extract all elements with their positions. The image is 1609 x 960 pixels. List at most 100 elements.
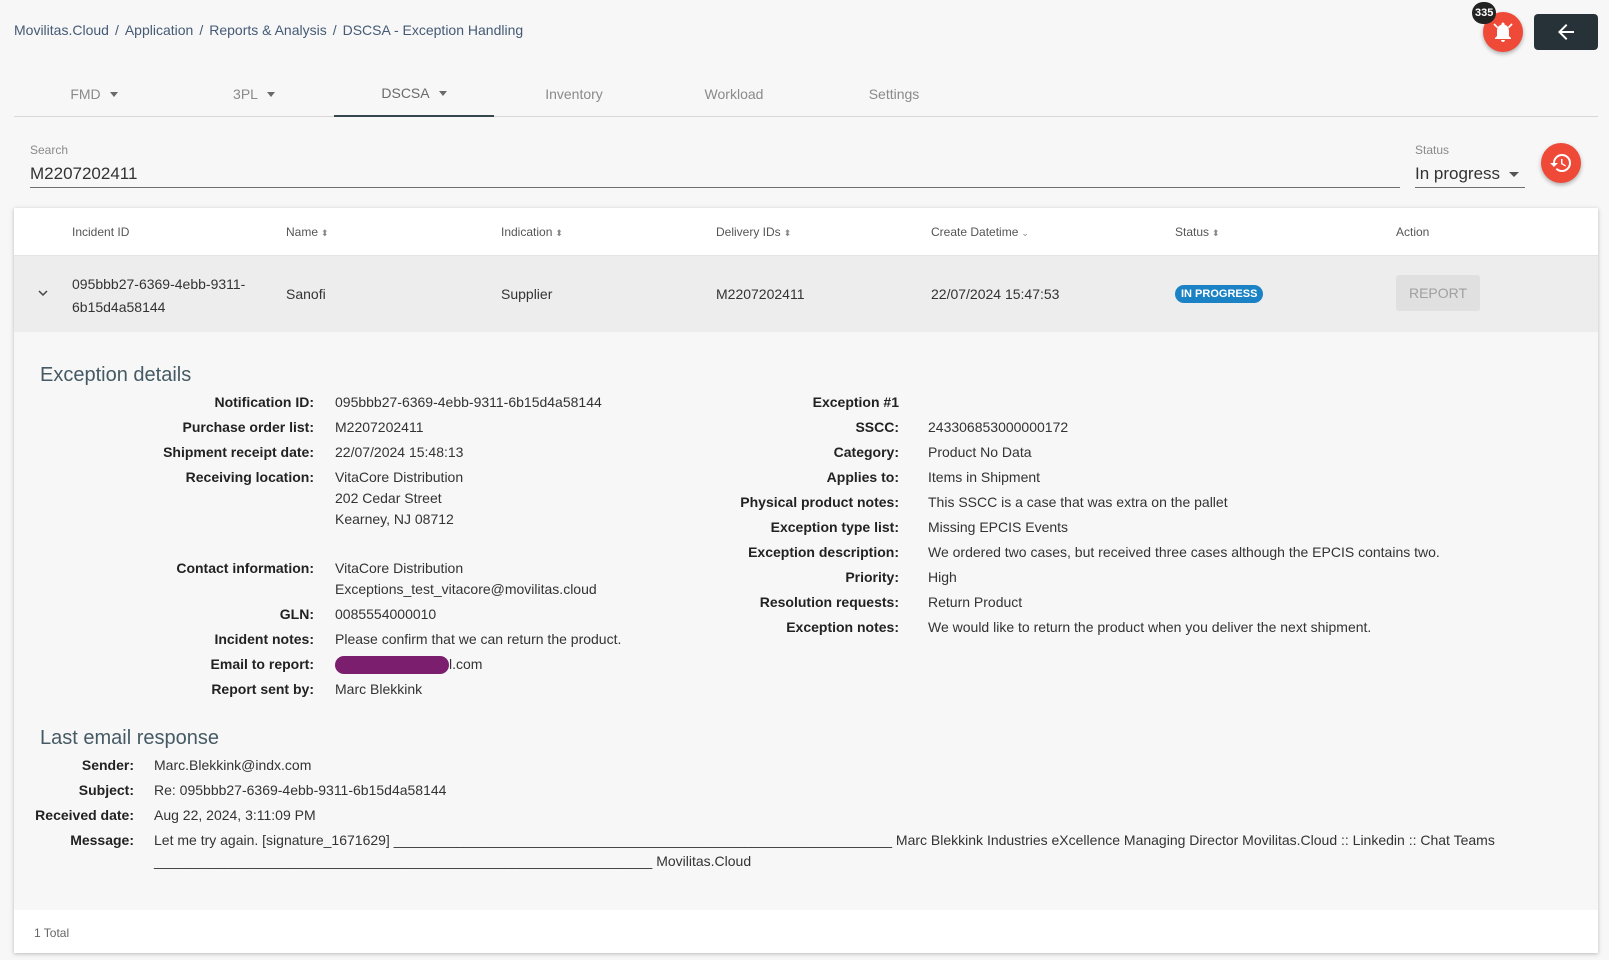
report-sent-by-value: Marc Blekkink [335,681,423,697]
priority-label: Priority: [845,569,899,585]
tab-dscsa[interactable]: DSCSA [334,70,494,117]
exception-notes-value: We would like to return the product when… [928,619,1372,635]
subject-label: Subject: [78,782,134,798]
column-header-status[interactable]: Status ⬍ [1175,225,1220,239]
exception-notes-label: Exception notes: [786,619,899,635]
shipment-receipt-date-value: 22/07/2024 15:48:13 [335,444,464,460]
tab-label: DSCSA [381,84,430,101]
incident-notes-value: Please confirm that we can return the pr… [335,631,622,647]
indication-cell: Supplier [501,286,553,302]
shipment-receipt-date-label: Shipment receipt date: [163,444,314,460]
sort-icon: ⬍ [555,228,563,238]
tab-settings[interactable]: Settings [814,70,974,117]
breadcrumb: Movilitas.Cloud / Application / Reports & An… [14,22,523,38]
total-count: 1 Total [34,926,70,940]
sscc-label: SSCC: [855,419,899,435]
back-button[interactable] [1534,14,1598,50]
caret-down-icon [1509,172,1519,177]
results-table-card: Incident ID Name ⬍ Indication ⬍ Delivery I… [14,208,1598,953]
email-to-report-label: Email to report: [210,656,314,672]
tab-3pl[interactable]: 3PL [174,70,334,117]
status-filter-select[interactable]: In progress [1415,160,1525,188]
physical-product-notes-label: Physical product notes: [740,494,899,510]
tab-fmd[interactable]: FMD [14,70,174,117]
status-badge: IN PROGRESS [1175,285,1264,303]
tab-label: 3PL [233,85,258,102]
sort-icon: ⬍ [321,228,329,238]
exception-type-list-value: Missing EPCIS Events [928,519,1069,535]
notification-id-value: 095bbb27-6369-4ebb-9311-6b15d4a58144 [335,394,602,410]
breadcrumb-item[interactable]: Reports & Analysis [209,22,327,38]
column-header-name[interactable]: Name ⬍ [286,225,329,239]
redaction-mark [335,656,449,675]
delivery-ids-cell: M2207202411 [716,286,805,302]
contact-information-label: Contact information: [176,560,314,576]
notification-count-badge: 335 [1472,2,1497,24]
column-header-incident-id[interactable]: Incident ID [72,225,129,239]
tab-label: Settings [868,85,920,102]
bell-icon [1493,22,1513,42]
resolution-requests-value: Return Product [928,594,1023,610]
column-header-action: Action [1396,225,1430,239]
exception-details-title: Exception details [40,364,192,386]
tab-label: Inventory [545,85,603,102]
priority-value: High [928,569,957,585]
received-date-label: Received date: [35,807,134,823]
applies-to-label: Applies to: [826,469,899,485]
sort-icon: ⬍ [1212,228,1220,238]
table-header: Incident ID Name ⬍ Indication ⬍ Delivery I… [14,208,1598,256]
search-input[interactable] [30,160,1400,188]
exception-type-list-label: Exception type list: [770,519,899,535]
received-date-value: Aug 22, 2024, 3:11:09 PM [154,807,316,823]
breadcrumb-current: DSCSA - Exception Handling [342,22,524,38]
history-icon [1550,154,1571,172]
category-value: Product No Data [928,444,1032,460]
report-button[interactable]: REPORT [1396,275,1480,311]
receiving-location-value: VitaCore Distribution 202 Cedar Street K… [335,469,464,527]
column-header-create-datetime[interactable]: Create Datetime ⌄ [931,225,1029,239]
contact-information-value: VitaCore Distribution Exceptions_test_vi… [335,560,597,597]
caret-down-icon [438,91,447,96]
physical-product-notes-value: This SSCC is a case that was extra on th… [928,494,1228,510]
breadcrumb-item[interactable]: Application [125,22,194,38]
name-cell: Sanofi [286,286,326,302]
breadcrumb-separator: / [199,22,204,38]
gln-label: GLN: [279,606,314,622]
table-row[interactable]: 095bbb27-6369-4ebb-9311- 6b15d4a58144 Sa… [14,256,1598,332]
column-header-indication[interactable]: Indication ⬍ [501,225,563,239]
status-filter-value: In progress [1415,163,1501,183]
sender-value: Marc.Blekkink@indx.com [154,757,312,773]
status-filter-label: Status [1415,143,1450,157]
exception-description-value: We ordered two cases, but received three… [928,544,1440,560]
tab-workload[interactable]: Workload [654,70,814,117]
tab-inventory[interactable]: Inventory [494,70,654,117]
create-datetime-cell: 22/07/2024 15:47:53 [931,286,1060,302]
tab-label: FMD [70,85,101,102]
search-label: Search [30,143,69,157]
receiving-location-label: Receiving location: [185,469,314,485]
chevron-down-icon[interactable] [35,285,51,301]
sscc-value: 243306853000000172 [928,419,1069,435]
exception-details-panel: Exception details Notification ID: 095bb… [14,332,1598,910]
sender-label: Sender: [81,757,134,773]
column-header-delivery-ids[interactable]: Delivery IDs ⬍ [716,225,791,239]
breadcrumb-item[interactable]: Movilitas.Cloud [14,22,109,38]
sort-desc-icon: ⌄ [1021,228,1029,238]
exception-number-label: Exception #1 [812,394,899,410]
purchase-order-list-label: Purchase order list: [182,419,315,435]
category-label: Category: [833,444,899,460]
purchase-order-list-value: M2207202411 [335,419,424,435]
breadcrumb-separator: / [114,22,119,38]
breadcrumb-separator: / [332,22,337,38]
sort-icon: ⬍ [783,228,792,238]
caret-down-icon [109,92,118,97]
report-sent-by-label: Report sent by: [211,681,314,697]
tab-label: Workload [704,85,764,102]
arrow-left-icon [1558,24,1574,40]
incident-notes-label: Incident notes: [214,631,314,647]
notification-id-label: Notification ID: [214,394,314,410]
last-email-response-title: Last email response [40,727,219,749]
gln-value: 0085554000010 [335,606,437,622]
message-value: Let me try again. [signature_1671629] __… [154,832,1495,869]
reset-filters-button[interactable] [1541,143,1581,183]
